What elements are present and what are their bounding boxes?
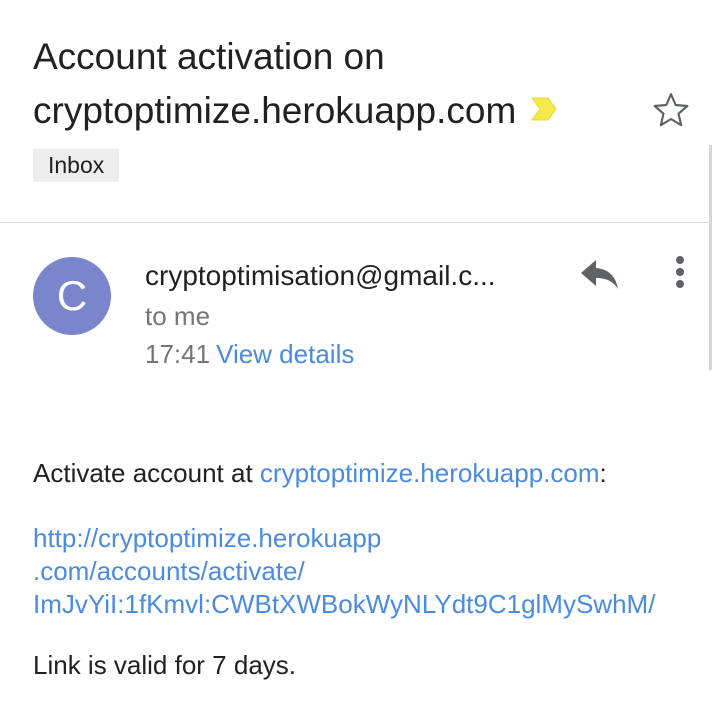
header-divider <box>0 222 712 223</box>
subject-line-2: cryptoptimize.herokuapp.com <box>33 90 517 131</box>
intro-suffix: : <box>599 458 607 488</box>
recipient-label: to me <box>145 301 211 331</box>
message-meta: 17:41 View details <box>145 336 354 372</box>
activation-url-line-1[interactable]: http://cryptoptimize.herokuapp <box>33 523 381 553</box>
inbox-label-chip[interactable]: Inbox <box>33 149 120 182</box>
view-details-link[interactable]: View details <box>216 339 354 369</box>
activation-url-line-3[interactable]: ImJvYiI:1fKmvl:CWBtXWBokWyNLYdt9C1glMySw… <box>33 589 655 619</box>
site-link[interactable]: cryptoptimize.herokuapp.com <box>260 458 600 488</box>
activation-url-line-2[interactable]: .com/accounts/activate/ <box>33 556 305 586</box>
activation-url[interactable]: http://cryptoptimize.herokuapp .com/acco… <box>33 522 693 621</box>
email-subject: Account activation on cryptoptimize.hero… <box>33 30 593 138</box>
message-time: 17:41 <box>145 339 211 369</box>
reply-icon[interactable] <box>578 254 622 294</box>
sender-address[interactable]: cryptoptimisation@gmail.c... <box>145 256 555 296</box>
importance-marker-icon[interactable] <box>530 83 558 137</box>
more-vert-icon[interactable] <box>664 252 696 292</box>
link-validity-note: Link is valid for 7 days. <box>33 650 297 680</box>
intro-prefix: Activate account at <box>33 458 260 488</box>
subject-line-1: Account activation on <box>33 36 385 77</box>
star-icon[interactable] <box>651 90 691 130</box>
sender-avatar[interactable]: C <box>33 257 111 335</box>
activation-intro: Activate account at cryptoptimize.heroku… <box>33 457 693 490</box>
